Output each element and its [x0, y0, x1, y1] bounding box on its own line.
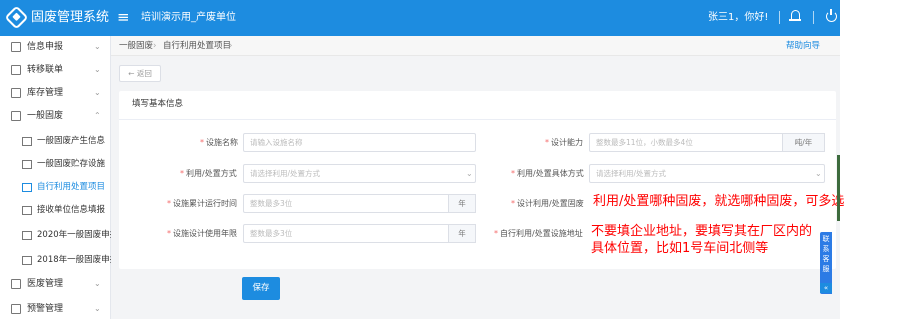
divider [119, 119, 836, 120]
sidebar-subitem-label: 2020年一般固废申报 [37, 230, 111, 240]
list-icon [22, 137, 32, 146]
transfer-icon [11, 65, 21, 75]
unit-suffix: 年 [449, 194, 476, 213]
label-text: 设施名称 [206, 138, 238, 147]
app-title: 固废管理系统 [31, 10, 110, 25]
chevron-up-icon: ⌃ [94, 111, 101, 120]
app-root: 固废管理系统 ≡ 培训演示用_产废单位 张三1，你好! 信息申报 ⌄ 转移联单 … [0, 0, 916, 319]
top-bar: 固废管理系统 ≡ 培训演示用_产废单位 张三1，你好! [0, 0, 840, 36]
home-icon [22, 160, 32, 169]
sidebar-item-label: 医废管理 [27, 279, 64, 289]
design-life-label: * 设施设计使用年限 [167, 229, 237, 238]
sidebar-subitem-label: 一般固废产生信息 [37, 136, 106, 146]
sidebar-subitem-self-utilization[interactable]: 自行利用处置项目 [0, 176, 111, 198]
util-method-label: * 利用/处置方式 [180, 169, 237, 178]
user-greeting[interactable]: 张三1，你好! [708, 11, 768, 25]
unit-name: 培训演示用_产废单位 [141, 12, 236, 23]
sidebar-subitem-receiver-info[interactable]: 接收单位信息填报 [0, 199, 111, 221]
warehouse-icon [11, 88, 21, 98]
design-waste-label: * 设计利用/处置固废 [511, 199, 584, 208]
sidebar-subitem-storage-facility[interactable]: 一般固废贮存设施 [0, 153, 111, 175]
chevron-down-icon: ⌄ [815, 169, 822, 178]
unit-suffix: 吨/年 [783, 133, 825, 152]
help-guide-link[interactable]: 帮助向导 [786, 40, 820, 52]
sidebar-subitem-label: 接收单位信息填报 [37, 205, 106, 215]
sidebar-item-label: 预警管理 [27, 304, 64, 314]
run-time-input[interactable]: 整数最多3位 [243, 194, 449, 213]
breadcrumb-item-general-waste[interactable]: 一般固废 [119, 40, 153, 52]
address-annotation-line2: 具体位置，比如1号车间北侧等 [591, 241, 769, 256]
label-text: 设计利用/处置固废 [517, 199, 584, 208]
unit-suffix: 年 [449, 224, 476, 243]
sidebar-subitem-label: 一般固废贮存设施 [37, 159, 106, 169]
breadcrumb-item-current: 自行利用处置项目 [163, 41, 232, 51]
address-annotation-line1: 不要填企业地址，要填写其在厂区内的 [591, 224, 813, 239]
bank-icon [22, 206, 32, 215]
label-text: 设施累计运行时间 [173, 199, 237, 208]
chevron-down-icon: ⌄ [94, 65, 101, 74]
warning-icon [11, 304, 21, 314]
sidebar-item-label: 信息申报 [27, 42, 64, 52]
facility-name-label: * 设施名称 [200, 138, 238, 147]
chevron-down-icon: ⌄ [94, 88, 101, 97]
sidebar-item-label: 库存管理 [27, 88, 64, 98]
label-text: 设计能力 [551, 138, 583, 147]
chevron-down-icon: ⌄ [466, 169, 473, 178]
sidebar-subitem-waste-production[interactable]: 一般固废产生信息 [0, 130, 111, 152]
header-divider [779, 11, 780, 24]
facility-name-input[interactable]: 请输入设施名称 [243, 133, 476, 152]
run-time-label: * 设施累计运行时间 [167, 199, 237, 208]
menu-toggle-icon[interactable]: ≡ [117, 9, 130, 26]
sidebar-item-label: 转移联单 [27, 65, 64, 75]
sidebar-subitem-label: 自行利用处置项目 [37, 182, 106, 192]
save-button[interactable]: 保存 [242, 277, 280, 300]
sidebar-item-general-waste[interactable]: 一般固废 ⌃ [0, 105, 111, 127]
bell-icon[interactable] [789, 10, 801, 21]
sidebar-item-warning[interactable]: 预警管理 ⌄ [0, 298, 111, 319]
label-text: 自行利用/处置设施地址 [500, 229, 583, 238]
design-life-input[interactable]: 整数最多3位 [243, 224, 449, 243]
form-title: 填写基本信息 [132, 99, 184, 109]
label-text: 设施设计使用年限 [173, 229, 237, 238]
sidebar-item-inventory[interactable]: 库存管理 ⌄ [0, 82, 111, 104]
power-icon[interactable] [826, 9, 837, 22]
chevron-down-icon: ⌄ [94, 304, 101, 313]
truck-icon [22, 231, 32, 240]
sidebar-item-transfer-manifest[interactable]: 转移联单 ⌄ [0, 59, 111, 81]
document-icon [11, 42, 21, 52]
breadcrumb-separator: › [229, 41, 233, 51]
recycle-icon [22, 183, 32, 192]
waste-icon [11, 111, 21, 121]
util-specific-select[interactable]: 请选择利用/处置方式 [589, 164, 825, 183]
sidebar-item-label: 一般固废 [27, 111, 64, 121]
design-capacity-label: * 设计能力 [545, 138, 583, 147]
sidebar-subitem-2020-report[interactable]: 2020年一般固废申报 [0, 224, 111, 246]
scrollbar[interactable] [837, 155, 840, 221]
chevron-down-icon: ⌄ [94, 42, 101, 51]
sidebar-subitem-2018-report[interactable]: 2018年一般固废申报 [0, 249, 111, 271]
chevron-down-icon: ⌄ [94, 279, 101, 288]
label-text: 利用/处置方式 [186, 169, 237, 178]
back-button[interactable]: ← 返回 [119, 65, 161, 82]
logo-icon [4, 5, 29, 30]
site-address-label: * 自行利用/处置设施地址 [494, 229, 583, 238]
waste-annotation: 利用/处置哪种固废，就选哪种固废，可多选 [591, 193, 847, 210]
util-method-select[interactable]: 请选择利用/处置方式 [243, 164, 476, 183]
sidebar-item-medical-waste[interactable]: 医废管理 ⌄ [0, 273, 111, 295]
clock-icon [22, 256, 32, 265]
breadcrumb-separator: › [153, 41, 157, 51]
breadcrumb: 一般固废 › 自行利用处置项目 › 帮助向导 [111, 36, 840, 56]
design-capacity-input[interactable]: 整数最多11位，小数最多4位 [589, 133, 783, 152]
sidebar-item-info-report[interactable]: 信息申报 ⌄ [0, 36, 111, 58]
collapse-arrow-icon[interactable]: « [820, 283, 832, 293]
sidebar: 信息申报 ⌄ 转移联单 ⌄ 库存管理 ⌄ 一般固废 ⌃ 一般固废产生信息 一般固… [0, 36, 111, 319]
document-icon [11, 279, 21, 289]
util-specific-label: * 利用/处置具体方式 [511, 169, 584, 178]
header-divider [813, 11, 814, 24]
label-text: 利用/处置具体方式 [517, 169, 584, 178]
sidebar-subitem-label: 2018年一般固废申报 [37, 255, 111, 265]
